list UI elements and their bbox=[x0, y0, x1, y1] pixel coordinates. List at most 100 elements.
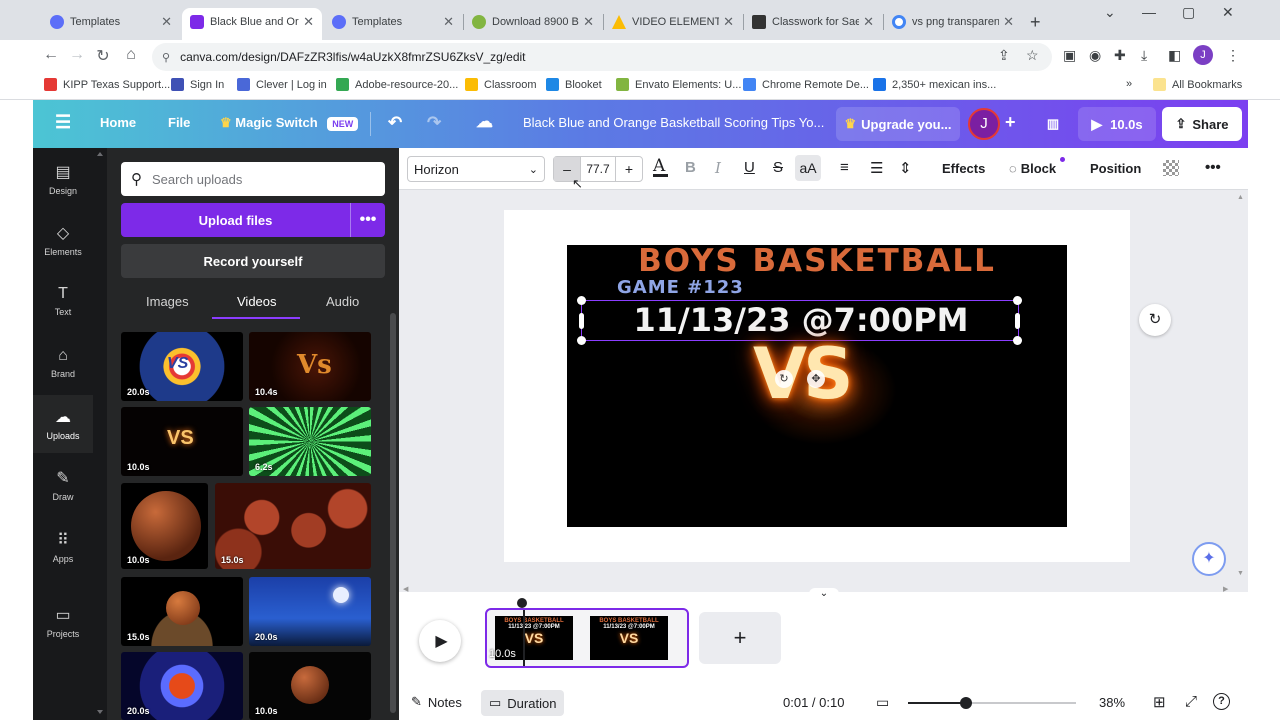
chevron-down-icon[interactable]: ⌄ bbox=[809, 588, 839, 599]
align-center-icon[interactable]: ≡ bbox=[840, 159, 849, 176]
fullscreen-icon[interactable]: ⤢ bbox=[1185, 693, 1197, 710]
file-menu[interactable]: File bbox=[168, 115, 190, 130]
strikethrough-icon[interactable]: S bbox=[773, 159, 783, 176]
rail-design[interactable]: ▤ Design bbox=[33, 150, 93, 208]
bookmark[interactable]: Sign In bbox=[171, 78, 224, 91]
close-icon[interactable]: ✕ bbox=[303, 14, 314, 30]
rotate-icon[interactable]: ↻ bbox=[775, 370, 793, 388]
video-thumbnail[interactable]: 15.0s bbox=[121, 577, 243, 646]
position-button[interactable]: Position bbox=[1090, 161, 1141, 176]
search-input[interactable]: ⚲ Search uploads bbox=[121, 162, 385, 196]
video-thumbnail[interactable]: 6.2s bbox=[249, 407, 371, 476]
bold-icon[interactable]: B bbox=[685, 159, 696, 176]
bookmark-star-icon[interactable]: ☆ bbox=[1026, 47, 1039, 64]
video-thumbnail[interactable]: Vs 10.4s bbox=[249, 332, 371, 401]
notes-button[interactable]: ✎ Notes bbox=[411, 694, 462, 710]
puzzle-icon[interactable]: ✚ bbox=[1114, 47, 1126, 64]
home-link[interactable]: Home bbox=[100, 115, 136, 130]
tab-search-icon[interactable]: ⌄ bbox=[1104, 4, 1116, 21]
resize-handle[interactable] bbox=[1013, 296, 1022, 305]
close-icon[interactable]: ✕ bbox=[583, 14, 594, 30]
menu-icon[interactable]: ⋮ bbox=[1226, 47, 1240, 64]
effects-button[interactable]: Effects bbox=[942, 161, 985, 176]
share-page-icon[interactable]: ⇪ bbox=[998, 47, 1010, 64]
design-title[interactable]: Black Blue and Orange Basketball Scoring… bbox=[523, 115, 824, 130]
magic-assistant-icon[interactable]: ✦ bbox=[1192, 542, 1226, 576]
side-panel-icon[interactable]: ◧ bbox=[1168, 47, 1181, 64]
profile-avatar[interactable]: J bbox=[1193, 45, 1213, 65]
font-selector[interactable]: Horizon ⌄ bbox=[407, 156, 545, 182]
close-icon[interactable]: ✕ bbox=[863, 14, 874, 30]
block-button[interactable]: ◌ Block bbox=[1009, 157, 1065, 176]
more-icon[interactable]: ••• bbox=[1205, 159, 1221, 176]
browser-tab[interactable]: Classwork for Sae ✕ bbox=[744, 8, 882, 36]
font-size-stepper[interactable]: – 77.7 + bbox=[553, 156, 643, 182]
browser-tab-active[interactable]: Black Blue and Orange Basketball ✕ bbox=[182, 8, 322, 44]
browser-tab[interactable]: VIDEO ELEMENTS ✕ bbox=[604, 8, 742, 36]
help-icon[interactable]: ? bbox=[1213, 693, 1230, 710]
spacing-icon[interactable]: ⇕ bbox=[899, 159, 912, 177]
zoom-slider-handle[interactable] bbox=[960, 697, 972, 709]
heading-text[interactable]: BOYS BASKETBALL bbox=[567, 245, 1067, 279]
rail-draw[interactable]: ✎ Draw bbox=[33, 456, 93, 514]
new-tab-button[interactable]: + bbox=[1030, 12, 1041, 33]
video-thumbnail[interactable]: 20.0s bbox=[121, 652, 243, 720]
panel-scrollbar[interactable] bbox=[390, 313, 396, 713]
reload-icon[interactable]: ↻ bbox=[92, 46, 114, 66]
timeline-play-button[interactable]: ▶ bbox=[419, 620, 461, 662]
close-icon[interactable]: ✕ bbox=[1003, 14, 1014, 30]
resize-handle[interactable] bbox=[1015, 313, 1020, 329]
font-size-input[interactable]: 77.7 bbox=[580, 157, 616, 181]
subheading-text[interactable]: GAME #123 bbox=[617, 277, 744, 298]
bookmark[interactable]: KIPP Texas Support... bbox=[44, 78, 170, 91]
playhead-marker[interactable] bbox=[517, 598, 527, 608]
close-icon[interactable]: ✕ bbox=[161, 14, 172, 30]
bookmark[interactable]: Classroom bbox=[465, 78, 537, 91]
zoom-slider[interactable] bbox=[908, 697, 1076, 709]
grid-view-icon[interactable]: ⊞ bbox=[1153, 693, 1166, 711]
bookmark[interactable]: Envato Elements: U... bbox=[616, 78, 741, 91]
back-icon[interactable]: ← bbox=[40, 46, 62, 64]
bookmark[interactable]: Blooket bbox=[546, 78, 602, 91]
underline-icon[interactable]: U bbox=[744, 159, 755, 176]
extension-icon[interactable]: ▣ bbox=[1063, 47, 1076, 64]
upload-files-button[interactable]: Upload files ••• bbox=[121, 203, 385, 237]
resize-handle[interactable] bbox=[577, 336, 586, 345]
tab-videos[interactable]: Videos bbox=[237, 294, 277, 309]
upgrade-button[interactable]: ♛ Upgrade you... bbox=[836, 107, 960, 141]
increase-size-button[interactable]: + bbox=[616, 161, 642, 177]
move-icon[interactable]: ✥ bbox=[807, 370, 825, 388]
more-options-icon[interactable]: ••• bbox=[351, 203, 385, 237]
bookmark[interactable]: Clever | Log in bbox=[237, 78, 327, 91]
rail-elements[interactable]: ◇ Elements bbox=[33, 211, 93, 269]
video-thumbnail[interactable]: 15.0s bbox=[215, 483, 371, 569]
download-icon[interactable]: ⤓ bbox=[1141, 47, 1147, 64]
resize-handle[interactable] bbox=[577, 296, 586, 305]
play-preview-button[interactable]: ▶ 10.0s bbox=[1078, 107, 1156, 141]
record-yourself-button[interactable]: Record yourself bbox=[121, 244, 385, 278]
bookmark[interactable]: 2,350+ mexican ins... bbox=[873, 78, 996, 91]
site-info-icon[interactable]: ⚲ bbox=[162, 51, 170, 64]
browser-tab[interactable]: Templates ✕ bbox=[324, 8, 462, 36]
add-collaborator-icon[interactable]: + bbox=[1005, 112, 1016, 133]
tab-images[interactable]: Images bbox=[146, 294, 189, 309]
design-page[interactable]: BOYS BASKETBALL GAME #123 11/13/23 @7:00… bbox=[504, 210, 1130, 562]
rail-apps[interactable]: ⠿ Apps bbox=[33, 518, 93, 576]
add-page-button[interactable]: + bbox=[699, 612, 781, 664]
rail-scrollbar[interactable] bbox=[93, 148, 107, 720]
timeline-clip[interactable]: BOYS BASKETBALL 11/13/23 @7:00PM VS BOYS… bbox=[485, 608, 689, 668]
extension-icon[interactable]: ◉ bbox=[1089, 47, 1101, 64]
comment-icon[interactable]: ↻ bbox=[1139, 304, 1171, 336]
zoom-level[interactable]: 38% bbox=[1099, 695, 1125, 710]
page-view-icon[interactable]: ▭ bbox=[876, 694, 889, 711]
scroll-down-icon[interactable]: ▼ bbox=[1237, 570, 1244, 577]
rail-projects[interactable]: ▭ Projects bbox=[33, 593, 93, 651]
duration-button[interactable]: ▭ Duration bbox=[481, 690, 565, 716]
list-icon[interactable]: ☰ bbox=[870, 159, 883, 177]
tab-audio[interactable]: Audio bbox=[326, 294, 359, 309]
italic-icon[interactable]: I bbox=[715, 159, 721, 177]
browser-tab[interactable]: vs png transparent ✕ bbox=[884, 8, 1022, 36]
close-icon[interactable]: ✕ bbox=[723, 14, 734, 30]
browser-tab[interactable]: Templates ✕ bbox=[42, 8, 180, 36]
vs-graphic[interactable]: VS bbox=[753, 333, 854, 415]
